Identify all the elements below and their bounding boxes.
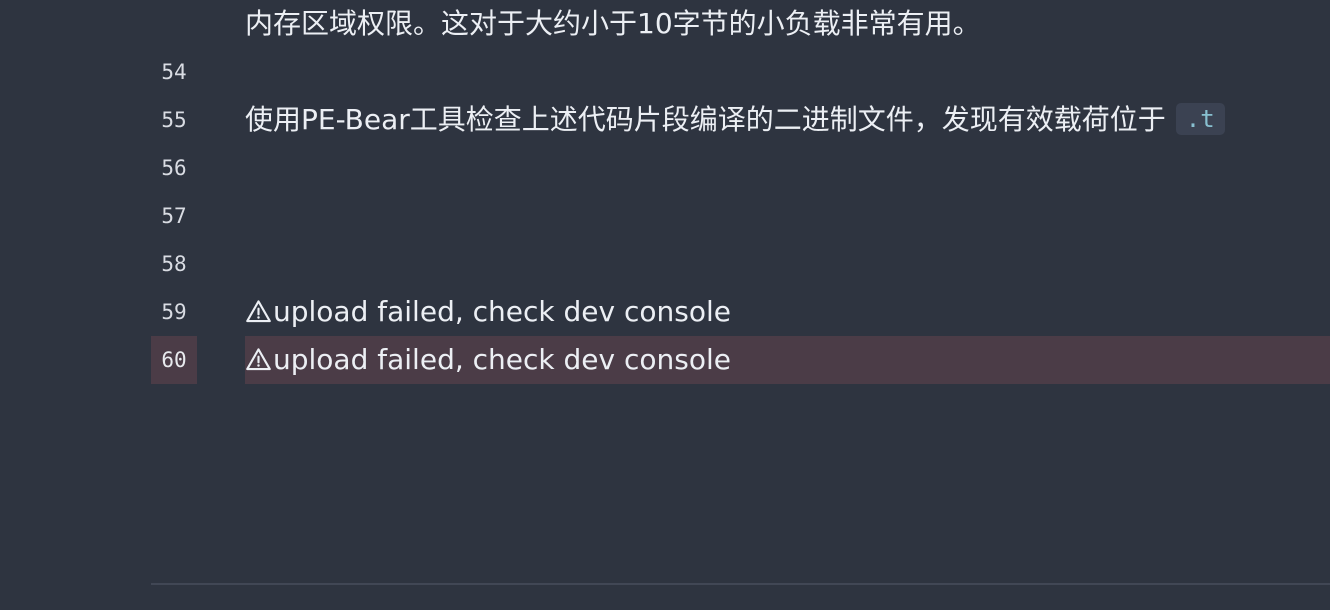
editor-line-59[interactable]: 59 upload failed, check dev console — [0, 288, 1330, 336]
line-text: 内存区域权限。这对于大约小于10字节的小负载非常有用。 — [245, 7, 981, 40]
line-number: 59 — [161, 300, 187, 324]
line-content: 使用PE-Bear工具检查上述代码片段编译的二进制文件，发现有效载荷位于 .t — [245, 96, 1225, 144]
editor-line-57[interactable]: 57 — [0, 192, 1330, 240]
line-number: 60 — [151, 336, 197, 384]
editor-line-58[interactable]: 58 — [0, 240, 1330, 288]
warning-icon — [246, 348, 271, 371]
markdown-editor[interactable]: 内存区域权限。这对于大约小于10字节的小负载非常有用。 54 55 使用PE-B… — [0, 0, 1330, 610]
line-text: 使用PE-Bear工具检查上述代码片段编译的二进制文件，发现有效载荷位于 — [245, 103, 1166, 136]
upload-error-message: upload failed, check dev console — [245, 336, 731, 384]
line-number: 54 — [161, 60, 187, 84]
line-number: 57 — [161, 204, 187, 228]
line-number: 58 — [161, 252, 187, 276]
editor-line-53[interactable]: 内存区域权限。这对于大约小于10字节的小负载非常有用。 — [0, 0, 1330, 48]
warning-icon — [246, 300, 271, 323]
editor-line-60[interactable]: 60 upload failed, check dev console — [0, 336, 1330, 384]
inline-code: .t — [1175, 103, 1225, 135]
line-number: 55 — [161, 108, 187, 132]
line-number: 56 — [161, 156, 187, 180]
editor-line-56[interactable]: 56 — [0, 144, 1330, 192]
bottom-divider — [151, 583, 1330, 585]
editor-line-55[interactable]: 55 使用PE-Bear工具检查上述代码片段编译的二进制文件，发现有效载荷位于.… — [0, 96, 1330, 144]
editor-line-54[interactable]: 54 — [0, 48, 1330, 96]
error-text: upload failed, check dev console — [273, 295, 731, 328]
error-text: upload failed, check dev console — [273, 343, 731, 376]
upload-error-message: upload failed, check dev console — [245, 288, 731, 336]
